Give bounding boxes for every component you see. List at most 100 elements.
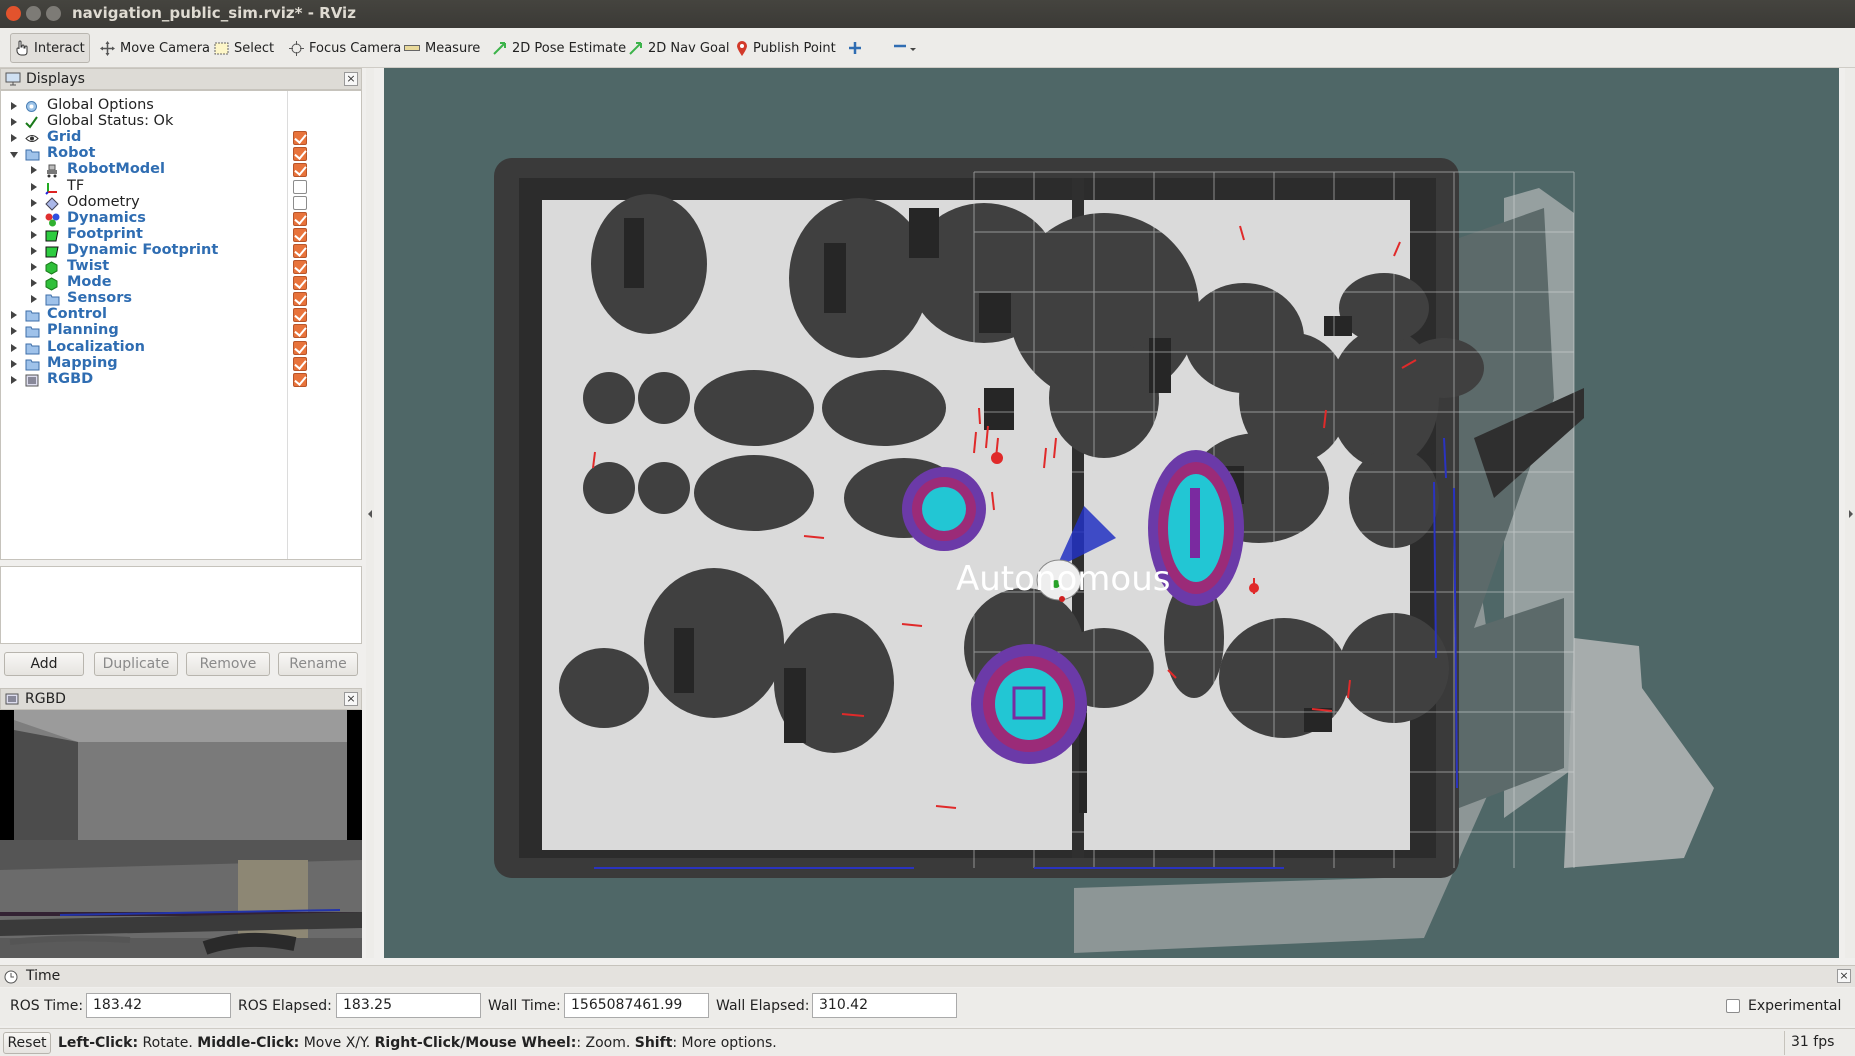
- display-enabled-checkbox[interactable]: [293, 195, 307, 210]
- rgbd-camera-view[interactable]: [0, 710, 362, 958]
- collapsed-arrow-icon[interactable]: [31, 198, 37, 207]
- close-icon[interactable]: ×: [344, 72, 358, 86]
- display-enabled-checkbox[interactable]: [293, 324, 307, 339]
- add-label: Add: [30, 656, 58, 672]
- collapsed-arrow-icon[interactable]: [11, 134, 17, 143]
- collapsed-arrow-icon[interactable]: [11, 343, 17, 352]
- fps-display: 31 fps: [1784, 1031, 1854, 1055]
- duplicate-display-button[interactable]: Duplicate: [94, 652, 178, 676]
- display-enabled-checkbox[interactable]: [293, 211, 307, 226]
- display-row-rgbd[interactable]: RGBD: [1, 371, 361, 390]
- hand-pointer-icon: [16, 40, 28, 56]
- select-tool-button[interactable]: Select: [210, 33, 278, 63]
- maximize-window-button[interactable]: [46, 6, 61, 21]
- display-enabled-checkbox[interactable]: [293, 147, 307, 162]
- interact-tool-button[interactable]: Interact: [10, 33, 90, 63]
- display-enabled-checkbox[interactable]: [293, 243, 307, 258]
- display-enabled-checkbox[interactable]: [293, 163, 307, 178]
- reset-button[interactable]: Reset: [3, 1032, 51, 1054]
- display-enabled-checkbox[interactable]: [293, 372, 307, 387]
- display-label: Odometry: [67, 193, 140, 210]
- display-enabled-checkbox[interactable]: [293, 356, 307, 371]
- display-label: Dynamic Footprint: [67, 241, 219, 258]
- remove-tool-menu-button[interactable]: [888, 33, 927, 63]
- collapsed-arrow-icon[interactable]: [31, 214, 37, 223]
- focus-target-icon: [289, 40, 304, 56]
- collapsed-arrow-icon[interactable]: [11, 359, 17, 368]
- green-arrow-icon: [629, 41, 642, 55]
- nav-goal-label: 2D Nav Goal: [648, 40, 730, 56]
- add-tool-button[interactable]: [844, 33, 871, 63]
- wall-time-label: Wall Time:: [488, 998, 561, 1014]
- middle-click-key: Middle-Click:: [197, 1035, 300, 1051]
- displays-tree: Global Options Global Status: Ok Grid Robot…: [0, 90, 362, 560]
- display-label: TF: [67, 177, 85, 194]
- collapsed-arrow-icon[interactable]: [31, 182, 37, 191]
- experimental-checkbox[interactable]: [1726, 999, 1740, 1013]
- collapsed-arrow-icon[interactable]: [11, 327, 17, 336]
- display-label: Grid: [47, 129, 82, 146]
- collapse-left-icon: [368, 510, 372, 518]
- display-enabled-checkbox[interactable]: [293, 179, 307, 194]
- expanded-arrow-icon[interactable]: [10, 152, 18, 159]
- folder-icon: [25, 358, 40, 371]
- rename-label: Rename: [289, 656, 347, 672]
- display-label: Planning: [47, 322, 119, 339]
- collapsed-arrow-icon[interactable]: [31, 230, 37, 239]
- collapsed-arrow-icon[interactable]: [31, 263, 37, 271]
- pose-estimate-tool-button[interactable]: 2D Pose Estimate: [488, 33, 630, 63]
- focus-camera-tool-button[interactable]: Focus Camera: [285, 33, 405, 63]
- middle-click-action: Move X/Y.: [299, 1035, 375, 1051]
- display-enabled-checkbox[interactable]: [293, 276, 307, 291]
- measure-label: Measure: [425, 40, 481, 56]
- move-camera-tool-button[interactable]: Move Camera: [96, 33, 214, 63]
- wall-elapsed-label: Wall Elapsed:: [716, 998, 810, 1014]
- publish-point-tool-button[interactable]: Publish Point: [732, 33, 840, 63]
- right-panel-splitter[interactable]: [1845, 68, 1855, 958]
- minimize-window-button[interactable]: [26, 6, 41, 21]
- close-window-button[interactable]: [6, 6, 21, 21]
- rgbd-panel-title: RGBD: [25, 691, 66, 707]
- displays-title: Displays: [26, 71, 85, 87]
- window-title: navigation_public_sim.rviz* - RViz: [72, 4, 356, 22]
- measure-tool-button[interactable]: Measure: [400, 33, 484, 63]
- collapsed-arrow-icon[interactable]: [31, 246, 37, 255]
- close-icon[interactable]: ×: [344, 692, 358, 706]
- remove-display-button[interactable]: Remove: [186, 652, 270, 676]
- interact-label: Interact: [34, 40, 85, 56]
- ros-time-field[interactable]: 183.42: [86, 993, 231, 1018]
- ros-elapsed-field[interactable]: 183.25: [336, 993, 481, 1018]
- display-enabled-checkbox[interactable]: [293, 292, 307, 307]
- collapsed-arrow-icon[interactable]: [11, 102, 17, 110]
- mode-overlay-text: Autonomous: [956, 559, 1170, 599]
- collapsed-arrow-icon[interactable]: [31, 279, 37, 288]
- collapsed-arrow-icon[interactable]: [31, 166, 37, 175]
- move-arrows-icon: [100, 40, 115, 56]
- collapsed-arrow-icon[interactable]: [11, 375, 17, 384]
- display-label: Sensors: [67, 290, 132, 307]
- shift-action: : More options.: [672, 1035, 777, 1051]
- display-label: Mapping: [47, 354, 118, 371]
- add-display-button[interactable]: Add: [4, 652, 84, 676]
- wall-time-field[interactable]: 1565087461.99: [564, 993, 709, 1018]
- cube-icon: [45, 277, 58, 291]
- close-icon[interactable]: ×: [1837, 969, 1851, 983]
- collapsed-arrow-icon[interactable]: [31, 295, 37, 304]
- time-panel: ROS Time: 183.42 ROS Elapsed: 183.25 Wal…: [0, 988, 1855, 1026]
- display-label: Control: [47, 306, 107, 323]
- 3d-render-viewport[interactable]: Autonomous: [384, 68, 1839, 958]
- panel-splitter[interactable]: [366, 68, 374, 958]
- display-label: RGBD: [47, 370, 94, 387]
- nav-goal-tool-button[interactable]: 2D Nav Goal: [624, 33, 734, 63]
- collapsed-arrow-icon[interactable]: [11, 311, 17, 320]
- wall-elapsed-field[interactable]: 310.42: [812, 993, 957, 1018]
- rename-display-button[interactable]: Rename: [278, 652, 358, 676]
- display-enabled-checkbox[interactable]: [293, 131, 307, 146]
- display-enabled-checkbox[interactable]: [293, 340, 307, 355]
- marker-icon: [45, 213, 60, 227]
- collapsed-arrow-icon[interactable]: [11, 118, 17, 127]
- display-enabled-checkbox[interactable]: [293, 308, 307, 323]
- display-enabled-checkbox[interactable]: [293, 260, 307, 274]
- display-enabled-checkbox[interactable]: [293, 227, 307, 242]
- duplicate-label: Duplicate: [102, 656, 170, 672]
